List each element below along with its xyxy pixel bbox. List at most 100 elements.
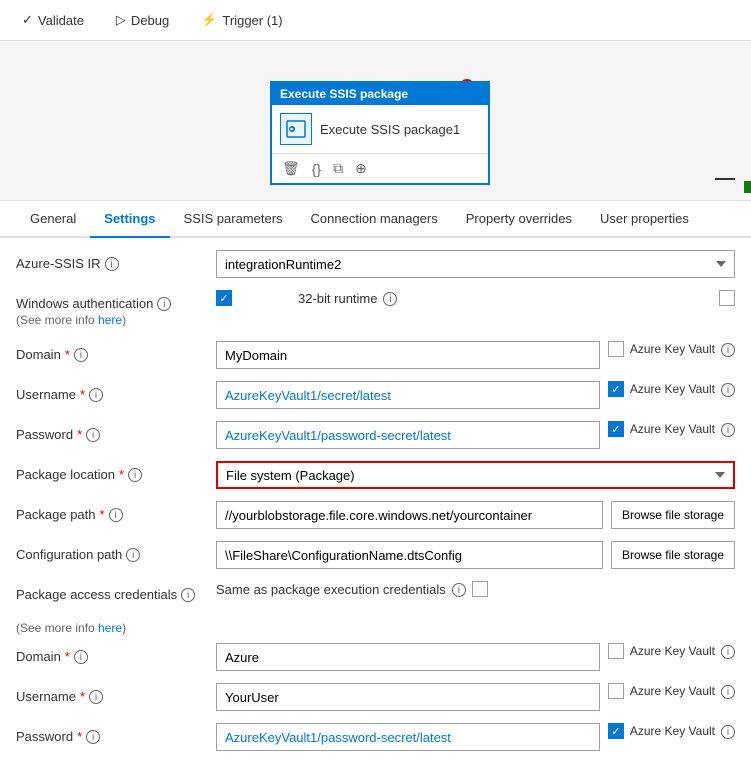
package-path-browse-wrap: Browse file storage — [611, 501, 735, 529]
password2-akv-info-icon[interactable]: i — [721, 725, 735, 739]
here-link[interactable]: here — [98, 313, 122, 327]
configuration-path-label: Configuration path i — [16, 541, 216, 562]
domain2-input[interactable] — [216, 643, 600, 671]
pac-info-icon[interactable]: i — [181, 588, 195, 602]
password-input[interactable] — [216, 421, 600, 449]
username2-info-icon[interactable]: i — [89, 690, 103, 704]
green-square-indicator — [744, 181, 751, 193]
domain2-akv-info-icon[interactable]: i — [721, 645, 735, 659]
see-more-note-2: (See more info here) — [16, 621, 735, 635]
password-akv-info-icon[interactable]: i — [721, 423, 735, 437]
password-info-icon[interactable]: i — [86, 428, 100, 442]
canvas-line — [715, 178, 735, 180]
debug-button[interactable]: ▷ Debug — [110, 8, 175, 32]
username-control — [216, 381, 600, 409]
package-access-credentials-label: Package access credentials i — [16, 581, 216, 602]
domain2-akv-label: Azure Key Vault — [630, 644, 715, 658]
azure-ssis-ir-control: integrationRuntime2 — [216, 250, 735, 278]
ssis-block-footer[interactable]: 🗑 {} ⧉ ⊕ — [272, 154, 488, 183]
domain-akv-info-icon[interactable]: i — [721, 343, 735, 357]
package-location-info-icon[interactable]: i — [128, 468, 142, 482]
configuration-path-browse-button[interactable]: Browse file storage — [611, 541, 735, 569]
tab-bar: General Settings SSIS parameters Connect… — [0, 201, 751, 238]
domain-row: Domain * i Azure Key Vault i — [16, 341, 735, 371]
username-akv-checkbox[interactable] — [608, 381, 624, 397]
username2-akv-checkbox[interactable] — [608, 683, 624, 699]
password2-input[interactable] — [216, 723, 600, 751]
domain2-label: Domain * i — [16, 643, 216, 664]
same-as-info-icon[interactable]: i — [452, 583, 466, 597]
tab-settings[interactable]: Settings — [90, 201, 169, 238]
here-link-2[interactable]: here — [98, 621, 122, 635]
validate-button[interactable]: ✓ Validate — [16, 8, 90, 32]
ssis-block-header: Execute SSIS package — [272, 83, 488, 105]
domain-akv-wrap: Azure Key Vault i — [608, 341, 735, 357]
password2-row: Password * i Azure Key Vault i — [16, 723, 735, 753]
domain2-akv-checkbox[interactable] — [608, 643, 624, 659]
configuration-path-control — [216, 541, 603, 569]
password2-info-icon[interactable]: i — [86, 730, 100, 744]
tab-property-overrides[interactable]: Property overrides — [452, 201, 586, 238]
domain-control — [216, 341, 600, 369]
tab-connection-managers[interactable]: Connection managers — [297, 201, 452, 238]
windows-auth-checkbox[interactable] — [216, 290, 232, 306]
see-more-note: (See more info here) — [16, 313, 126, 327]
tab-general[interactable]: General — [16, 201, 90, 238]
package-path-input[interactable] — [216, 501, 603, 529]
password-akv-label: Azure Key Vault — [630, 422, 715, 436]
azure-ssis-ir-select[interactable]: integrationRuntime2 — [216, 250, 735, 278]
password-akv-wrap: Azure Key Vault i — [608, 421, 735, 437]
package-path-info-icon[interactable]: i — [109, 508, 123, 522]
ssis-block-body: Execute SSIS package1 — [272, 105, 488, 154]
username-akv-label: Azure Key Vault — [630, 382, 715, 396]
trigger-button[interactable]: ⚡ Trigger (1) — [195, 8, 288, 32]
same-as-checkbox[interactable] — [472, 581, 488, 597]
package-path-browse-button[interactable]: Browse file storage — [611, 501, 735, 529]
azure-ssis-ir-row: Azure-SSIS IR i integrationRuntime2 — [16, 250, 735, 280]
package-location-control: File system (Package) — [216, 461, 735, 489]
password2-akv-checkbox[interactable] — [608, 723, 624, 739]
copy-icon[interactable]: ⧉ — [331, 158, 345, 179]
password2-akv-label: Azure Key Vault — [630, 724, 715, 738]
username-akv-info-icon[interactable]: i — [721, 383, 735, 397]
runtime-checkbox[interactable] — [719, 290, 735, 306]
windows-auth-info-icon[interactable]: i — [157, 297, 171, 311]
password-akv-checkbox[interactable] — [608, 421, 624, 437]
configuration-path-browse-wrap: Browse file storage — [611, 541, 735, 569]
arrow-icon[interactable]: ⊕ — [353, 158, 369, 179]
delete-icon[interactable]: 🗑 — [280, 158, 302, 179]
username2-control — [216, 683, 600, 711]
username-label: Username * i — [16, 381, 216, 402]
azure-ssis-ir-info-icon[interactable]: i — [105, 257, 119, 271]
password2-label: Password * i — [16, 723, 216, 744]
tab-user-properties[interactable]: User properties — [586, 201, 703, 238]
configuration-path-info-icon[interactable]: i — [126, 548, 140, 562]
windows-auth-control: 32-bit runtime i — [216, 290, 711, 306]
username2-label: Username * i — [16, 683, 216, 704]
username2-akv-wrap: Azure Key Vault i — [608, 683, 735, 699]
toolbar: ✓ Validate ▷ Debug ⚡ Trigger (1) — [0, 0, 751, 41]
username2-row: Username * i Azure Key Vault i — [16, 683, 735, 713]
ssis-block[interactable]: Execute SSIS package Execute SSIS packag… — [270, 81, 490, 185]
domain2-control — [216, 643, 600, 671]
username-info-icon[interactable]: i — [89, 388, 103, 402]
domain2-info-icon[interactable]: i — [74, 650, 88, 664]
password-label: Password * i — [16, 421, 216, 442]
braces-icon[interactable]: {} — [310, 159, 323, 179]
username2-input[interactable] — [216, 683, 600, 711]
username2-akv-label: Azure Key Vault — [630, 684, 715, 698]
package-path-control — [216, 501, 603, 529]
trigger-icon: ⚡ — [201, 12, 217, 28]
domain-akv-checkbox[interactable] — [608, 341, 624, 357]
pac-control: Same as package execution credentials i — [216, 581, 735, 597]
runtime-info-icon[interactable]: i — [383, 292, 397, 306]
configuration-path-input[interactable] — [216, 541, 603, 569]
domain-input[interactable] — [216, 341, 600, 369]
username2-akv-info-icon[interactable]: i — [721, 685, 735, 699]
username-row: Username * i Azure Key Vault i — [16, 381, 735, 411]
configuration-path-row: Configuration path i Browse file storage — [16, 541, 735, 571]
tab-ssis-parameters[interactable]: SSIS parameters — [170, 201, 297, 238]
username-input[interactable] — [216, 381, 600, 409]
domain-info-icon[interactable]: i — [74, 348, 88, 362]
package-location-select[interactable]: File system (Package) — [216, 461, 735, 489]
